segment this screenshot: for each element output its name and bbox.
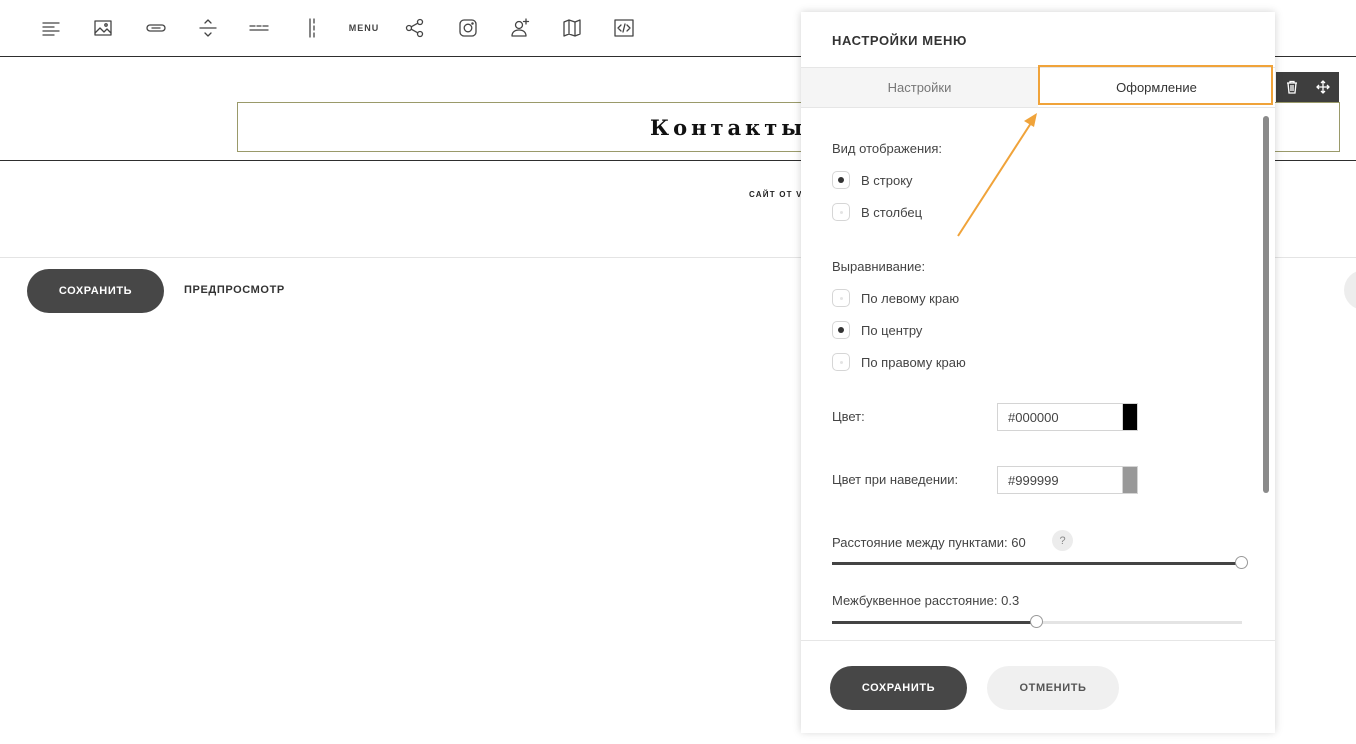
save-page-button[interactable]: СОХРАНИТЬ [27, 269, 164, 313]
text-block-button[interactable] [37, 14, 65, 42]
panel-tabs: Настройки Оформление [801, 67, 1275, 108]
panel-title: НАСТРОЙКИ МЕНЮ [832, 33, 967, 48]
image-block-button[interactable] [89, 14, 117, 42]
move-block-button[interactable] [1308, 72, 1340, 102]
tab-design[interactable]: Оформление [1038, 68, 1275, 107]
spacer-block-button[interactable] [194, 14, 222, 42]
align-right-option[interactable]: По правому краю [832, 352, 966, 372]
option-label: По центру [861, 322, 923, 338]
column-block-button[interactable] [298, 14, 326, 42]
slider-thumb[interactable] [1235, 556, 1248, 569]
slider-fill [832, 621, 1037, 624]
align-center-option[interactable]: По центру [832, 320, 922, 340]
text-icon [42, 22, 60, 36]
alignment-label: Выравнивание: [832, 259, 926, 274]
divider-block-button[interactable] [245, 14, 273, 42]
map-block-button[interactable] [558, 14, 586, 42]
add-user-block-button[interactable] [506, 14, 534, 42]
option-label: В строку [861, 172, 913, 188]
menu-settings-panel: НАСТРОЙКИ МЕНЮ Настройки Оформление Вид … [801, 12, 1275, 733]
instagram-icon [459, 19, 477, 37]
map-icon [563, 19, 581, 37]
item-spacing-slider[interactable] [832, 556, 1248, 569]
divider-icon [249, 25, 269, 31]
align-left-option[interactable]: По левому краю [832, 288, 959, 308]
hover-color-label: Цвет при наведении: [832, 472, 959, 487]
color-label: Цвет: [832, 409, 865, 424]
radio-button[interactable] [832, 353, 850, 371]
letter-spacing-label: Межбуквенное расстояние: 0.3 [832, 593, 1020, 608]
button-block-button[interactable] [142, 14, 170, 42]
item-spacing-label: Расстояние между пунктами: 60 [832, 535, 1026, 550]
hover-color-input[interactable] [998, 467, 1122, 493]
display-mode-label: Вид отображения: [832, 141, 943, 156]
delete-block-button[interactable] [1276, 72, 1308, 102]
footer-credit[interactable]: САЙТ ОТ V [749, 190, 803, 199]
radio-button[interactable] [832, 171, 850, 189]
option-label: По правому краю [861, 354, 966, 370]
color-swatch[interactable] [1122, 404, 1137, 430]
hover-color-swatch[interactable] [1122, 467, 1137, 493]
letter-spacing-slider[interactable] [832, 615, 1242, 628]
option-label: В столбец [861, 204, 923, 220]
color-input[interactable] [998, 404, 1122, 430]
side-action-button[interactable] [1344, 270, 1356, 310]
menu-block-button[interactable]: MENU [348, 14, 380, 42]
add-user-icon [511, 18, 530, 37]
slider-thumb[interactable] [1030, 615, 1043, 628]
slider-fill [832, 562, 1242, 565]
hover-color-field [997, 466, 1138, 494]
column-icon [309, 18, 315, 38]
panel-scrollbar[interactable] [1263, 116, 1269, 493]
code-block-button[interactable] [610, 14, 638, 42]
image-icon [94, 20, 112, 36]
spacer-icon [199, 19, 217, 37]
instagram-block-button[interactable] [454, 14, 482, 42]
color-field [997, 403, 1138, 431]
display-column-option[interactable]: В столбец [832, 202, 922, 222]
move-icon [1316, 80, 1331, 94]
block-controls [1276, 72, 1339, 102]
cancel-button[interactable]: ОТМЕНИТЬ [987, 666, 1119, 710]
tab-settings[interactable]: Настройки [801, 68, 1038, 107]
radio-button[interactable] [832, 289, 850, 307]
menu-link-contacts[interactable]: Контакты [650, 115, 806, 140]
button-icon [146, 24, 166, 32]
save-button[interactable]: СОХРАНИТЬ [830, 666, 967, 710]
option-label: По левому краю [861, 290, 960, 306]
code-icon [614, 19, 634, 37]
share-icon [405, 18, 424, 38]
display-inline-option[interactable]: В строку [832, 170, 913, 190]
radio-button[interactable] [832, 203, 850, 221]
preview-button[interactable]: ПРЕДПРОСМОТР [184, 284, 285, 296]
help-icon[interactable]: ? [1052, 530, 1073, 551]
trash-icon [1286, 80, 1297, 94]
share-block-button[interactable] [401, 14, 429, 42]
panel-footer: СОХРАНИТЬ ОТМЕНИТЬ [801, 640, 1275, 733]
radio-button[interactable] [832, 321, 850, 339]
